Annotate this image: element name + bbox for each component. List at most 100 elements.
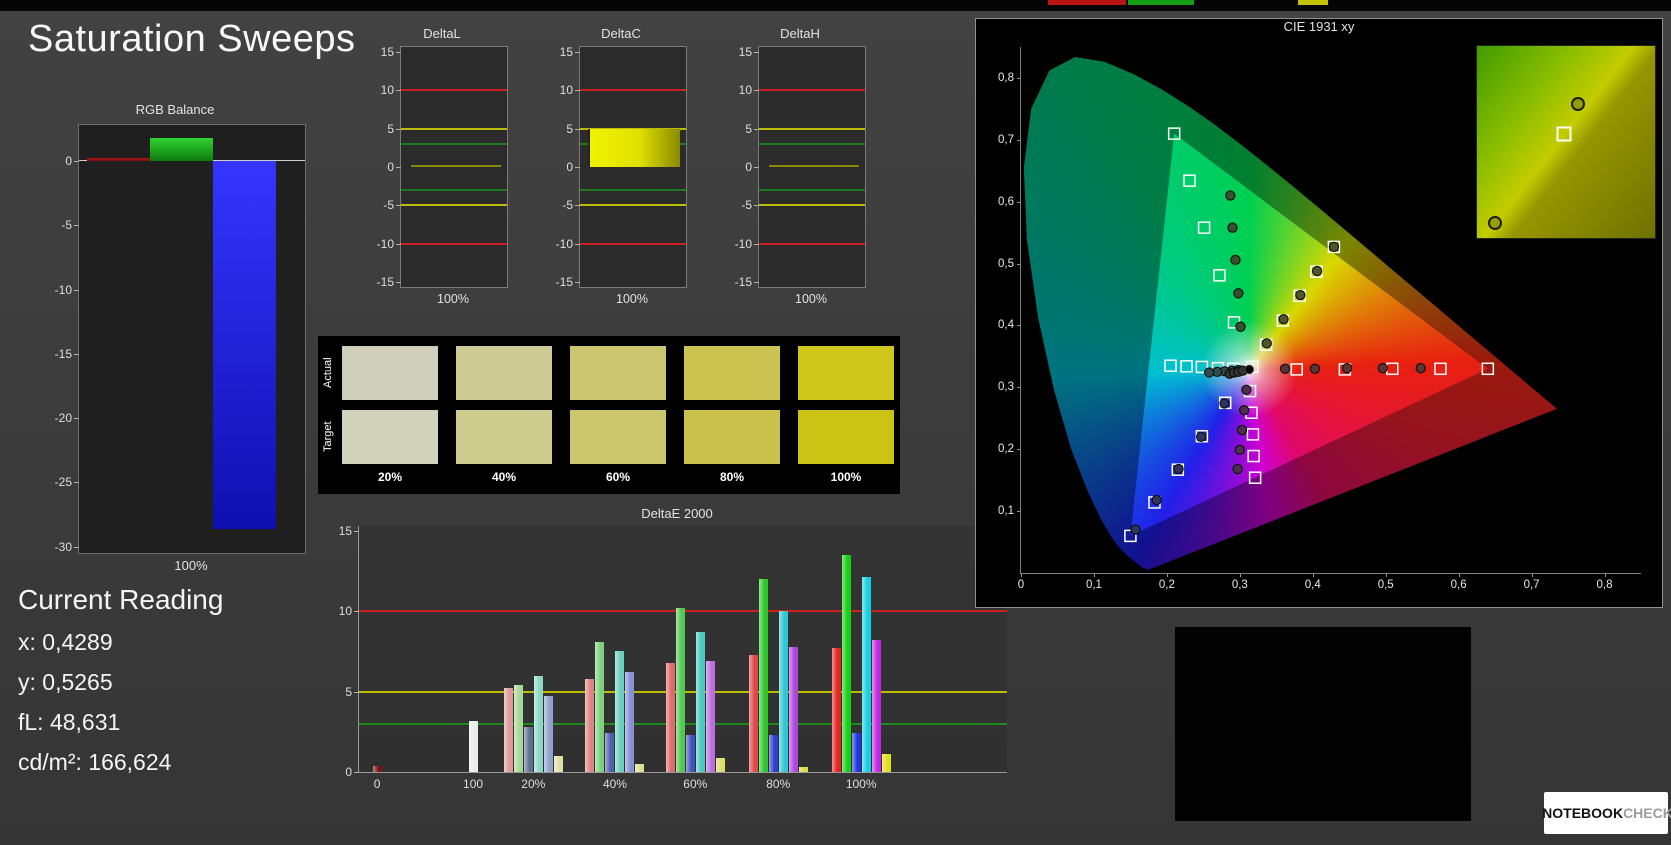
page-title: Saturation Sweeps bbox=[28, 18, 356, 60]
y-tick-label: 10 bbox=[738, 83, 752, 98]
actual-swatch-row bbox=[342, 346, 894, 400]
x-tick-label: 0,8 bbox=[1596, 579, 1613, 591]
delta-bar bbox=[588, 129, 680, 167]
delta-e-bar bbox=[585, 678, 595, 772]
calman-saturation-sweeps-window: Saturation Sweeps RGB Balance 0 -5 -10 -15 -… bbox=[0, 0, 1671, 845]
delta-e-bar bbox=[871, 640, 881, 772]
x-tick-mark bbox=[1531, 573, 1533, 577]
delta-e-bar bbox=[758, 579, 768, 772]
delta-e-bar bbox=[595, 641, 605, 772]
y-tick-label: 0,5 bbox=[998, 257, 1014, 270]
y-tick-label: 0 bbox=[745, 160, 752, 174]
y-tick-label: 5 bbox=[745, 121, 752, 136]
reference-line bbox=[401, 127, 507, 130]
delta-c-plot: 15 10 5 0 -5 -10 -15 bbox=[556, 45, 687, 289]
target-marker bbox=[1247, 449, 1260, 463]
reference-line bbox=[580, 89, 686, 92]
y-tick-label: 5 bbox=[566, 121, 573, 136]
y-tick-mark bbox=[1017, 201, 1021, 203]
rgb-balance-plot: 0 -5 -10 -15 -20 -25 -30 bbox=[55, 124, 306, 554]
y-tick-label: 0 bbox=[387, 160, 394, 174]
chart-title: DeltaH bbox=[780, 26, 820, 41]
row-label-actual: Actual bbox=[322, 357, 334, 389]
target-marker bbox=[1386, 362, 1399, 376]
target-marker bbox=[1246, 428, 1260, 441]
y-tick-label: -10 bbox=[555, 236, 573, 251]
color-swatch bbox=[456, 346, 552, 400]
target-marker bbox=[1248, 471, 1262, 484]
measured-marker bbox=[1151, 494, 1162, 506]
rgb-balance-chart: RGB Balance 0 -5 -10 -15 -20 -25 -30 100% bbox=[42, 102, 308, 584]
y-tick-label: 0,1 bbox=[998, 505, 1014, 518]
white-point-marker bbox=[1244, 364, 1255, 375]
y-tick-mark bbox=[1017, 139, 1021, 141]
x-axis-label: 100% bbox=[795, 292, 827, 306]
saturation-swatch-table: Actual Target 20% 40% 60% 80% 100% bbox=[318, 336, 900, 494]
y-tick-label: 10 bbox=[559, 83, 573, 98]
reference-line bbox=[401, 189, 507, 192]
delta-e-2000-chart: DeltaE 2000 0 5 10 15 0 100 20% 40% 60% 80% 100% bbox=[332, 506, 1022, 798]
target-marker bbox=[1434, 362, 1447, 376]
measured-marker bbox=[1309, 363, 1321, 374]
tab-fragment[interactable] bbox=[1298, 0, 1328, 5]
delta-e-bar bbox=[778, 611, 788, 772]
reference-line bbox=[759, 204, 865, 207]
y-tick-label: 0 bbox=[566, 160, 573, 174]
cie-1931-chart: CIE 1931 xy 0 0,1 0,2 0,3 0,4 0,5 0,6 0,7 0,8 0,1… bbox=[975, 18, 1663, 608]
chart-title: RGB Balance bbox=[135, 102, 215, 117]
target-swatch-row bbox=[342, 410, 894, 464]
y-tick-label: 10 bbox=[338, 604, 352, 619]
delta-e-bar bbox=[553, 755, 563, 772]
reference-line bbox=[759, 89, 865, 92]
measured-marker bbox=[1377, 363, 1388, 374]
measured-marker bbox=[1415, 363, 1426, 374]
reading-value: x: 0,4289 bbox=[18, 629, 113, 655]
y-tick-label: 0,4 bbox=[998, 319, 1014, 332]
target-marker bbox=[1290, 363, 1303, 376]
target-marker bbox=[1164, 359, 1177, 372]
measured-marker bbox=[1328, 241, 1340, 253]
x-axis-label: 100% bbox=[437, 292, 469, 306]
y-tick-label: -20 bbox=[54, 411, 72, 426]
inset-target-marker bbox=[1556, 126, 1572, 142]
y-tick-mark bbox=[1017, 325, 1021, 327]
color-swatch bbox=[684, 410, 780, 464]
color-swatch bbox=[798, 346, 894, 400]
x-tick-label: 100% bbox=[845, 777, 877, 791]
y-tick-label: -15 bbox=[555, 275, 573, 290]
y-tick-label: -5 bbox=[562, 198, 573, 213]
y-tick-mark bbox=[754, 167, 759, 168]
y-tick-label: -5 bbox=[741, 198, 752, 213]
reading-value: cd/m²: 166,624 bbox=[18, 749, 172, 775]
measured-marker bbox=[1225, 190, 1236, 201]
y-tick-mark bbox=[74, 289, 79, 291]
delta-e-bar bbox=[788, 646, 798, 772]
delta-e-bar bbox=[715, 757, 725, 772]
x-tick-label: 0,2 bbox=[1158, 579, 1175, 591]
y-tick-mark bbox=[1017, 77, 1021, 79]
measured-marker bbox=[1227, 222, 1238, 233]
delta-e-bar bbox=[615, 651, 625, 772]
measured-marker bbox=[1196, 431, 1207, 443]
x-tick-label: 0,4 bbox=[1304, 579, 1321, 591]
y-tick-label: -30 bbox=[54, 539, 72, 554]
reference-line bbox=[759, 142, 865, 145]
y-tick-mark bbox=[396, 167, 401, 168]
tab-fragment[interactable] bbox=[1128, 0, 1194, 5]
measured-marker bbox=[1219, 398, 1230, 409]
delta-e-bar bbox=[503, 688, 513, 772]
chart-title: DeltaL bbox=[423, 26, 461, 41]
tab-fragment[interactable] bbox=[1048, 0, 1126, 5]
y-tick-label: 0,6 bbox=[998, 195, 1014, 208]
y-tick-mark bbox=[575, 167, 580, 168]
x-tick-mark bbox=[1458, 573, 1460, 577]
measured-marker bbox=[1130, 524, 1141, 535]
y-tick-mark bbox=[575, 282, 580, 284]
target-marker bbox=[1180, 360, 1193, 373]
x-tick-label: 0 bbox=[373, 777, 381, 791]
inset-measured-marker bbox=[1571, 96, 1586, 111]
x-tick-label: 0,3 bbox=[1231, 579, 1248, 591]
y-tick-label: -10 bbox=[54, 282, 72, 297]
y-tick-mark bbox=[74, 546, 79, 548]
color-swatch bbox=[456, 410, 552, 464]
